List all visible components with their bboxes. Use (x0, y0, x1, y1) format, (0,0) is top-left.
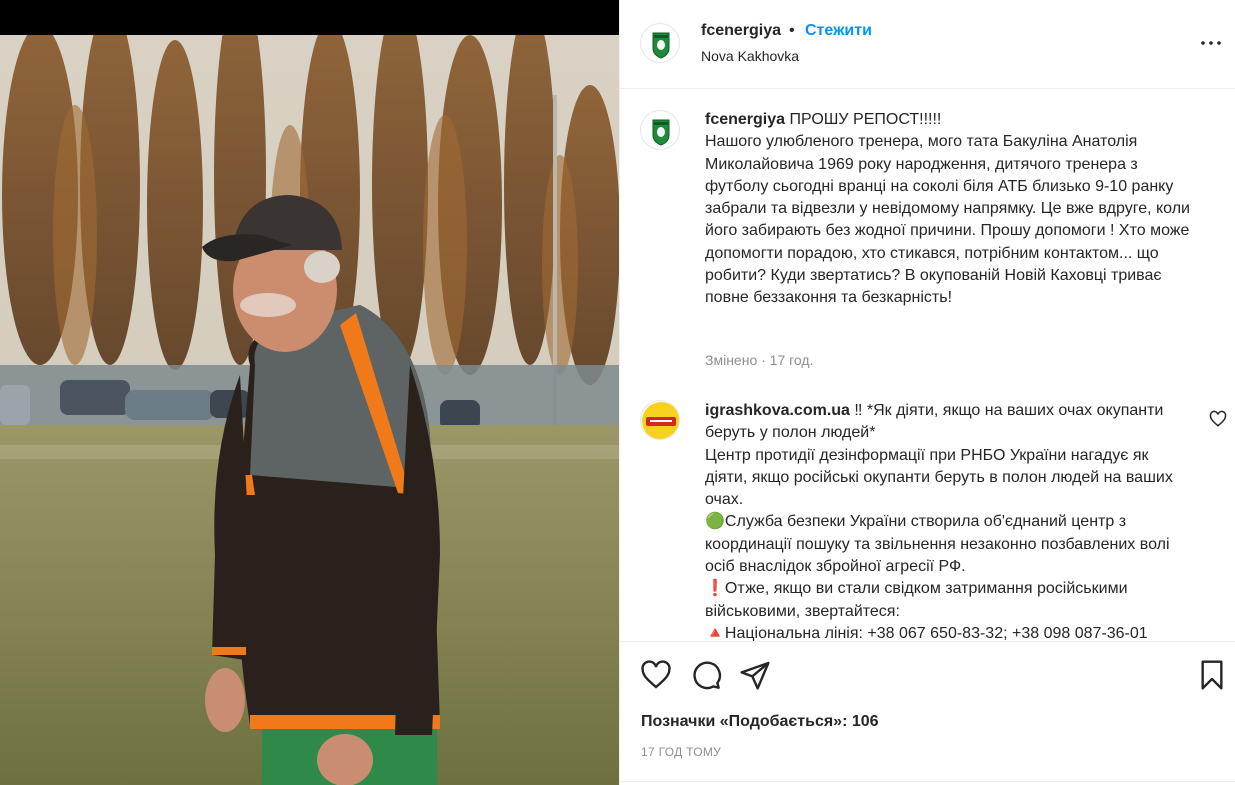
post-header: fcenergiya • Стежити Nova Kakhovka (620, 0, 1235, 89)
caption-avatar[interactable] (640, 110, 680, 150)
comment-text-block: igrashkova.com.ua ‼ *Як діяти, якщо на в… (705, 400, 1195, 641)
post-photo[interactable] (0, 35, 619, 785)
caption-text-block: fcenergiya ПРОШУ РЕПОСТ!!!!! Нашого улюб… (705, 109, 1195, 310)
green-circle-icon: 🟢 (705, 513, 725, 531)
comment-like-heart-icon[interactable] (1209, 410, 1227, 428)
post-author-username[interactable]: fcenergiya (701, 22, 781, 40)
follow-button[interactable]: Стежити (805, 22, 872, 40)
comment-text-4: Національна лінія: +38 067 650-83-32; +3… (724, 624, 1148, 641)
club-crest-icon (652, 119, 670, 146)
commenter-avatar[interactable] (640, 400, 680, 440)
heart-icon[interactable] (640, 659, 672, 691)
comment-username[interactable]: igrashkova.com.ua (705, 402, 850, 419)
post-location[interactable]: Nova Kakhovka (701, 48, 799, 64)
profile-avatar[interactable] (640, 23, 680, 63)
comments-list[interactable]: fcenergiya ПРОШУ РЕПОСТ!!!!! Нашого улюб… (620, 90, 1235, 641)
red-triangle-icon: 🔺 (705, 624, 725, 641)
post-media-pane (0, 0, 619, 785)
comment-text-2: Служба безпеки України створила об'єднан… (705, 513, 1170, 576)
caption-text: ПРОШУ РЕПОСТ!!!!! Нашого улюбленого трен… (705, 111, 1190, 307)
comment-icon[interactable] (690, 659, 722, 691)
bookmark-icon[interactable] (1196, 659, 1228, 691)
paper-plane-icon[interactable] (739, 659, 771, 691)
caption-username[interactable]: fcenergiya (705, 111, 785, 128)
shop-logo-icon (642, 402, 679, 439)
divider (620, 781, 1235, 785)
post-timestamp[interactable]: 17 ГОД ТОМУ (641, 745, 721, 759)
club-crest-icon (652, 32, 670, 59)
post-actions: Позначки «Подобається»: 106 17 ГОД ТОМУ (620, 641, 1235, 785)
separator-dot: • (789, 22, 795, 39)
exclamation-icon: ❗ (705, 580, 725, 598)
more-icon[interactable] (1198, 30, 1224, 56)
likes-count[interactable]: Позначки «Подобається»: 106 (641, 713, 879, 731)
comment-text-3: Отже, якщо ви стали свідком затримання р… (705, 580, 1128, 620)
caption-meta: Змінено · 17 год. (705, 352, 814, 368)
post-side-panel: fcenergiya • Стежити Nova Kakhovka fcene… (619, 0, 1235, 785)
